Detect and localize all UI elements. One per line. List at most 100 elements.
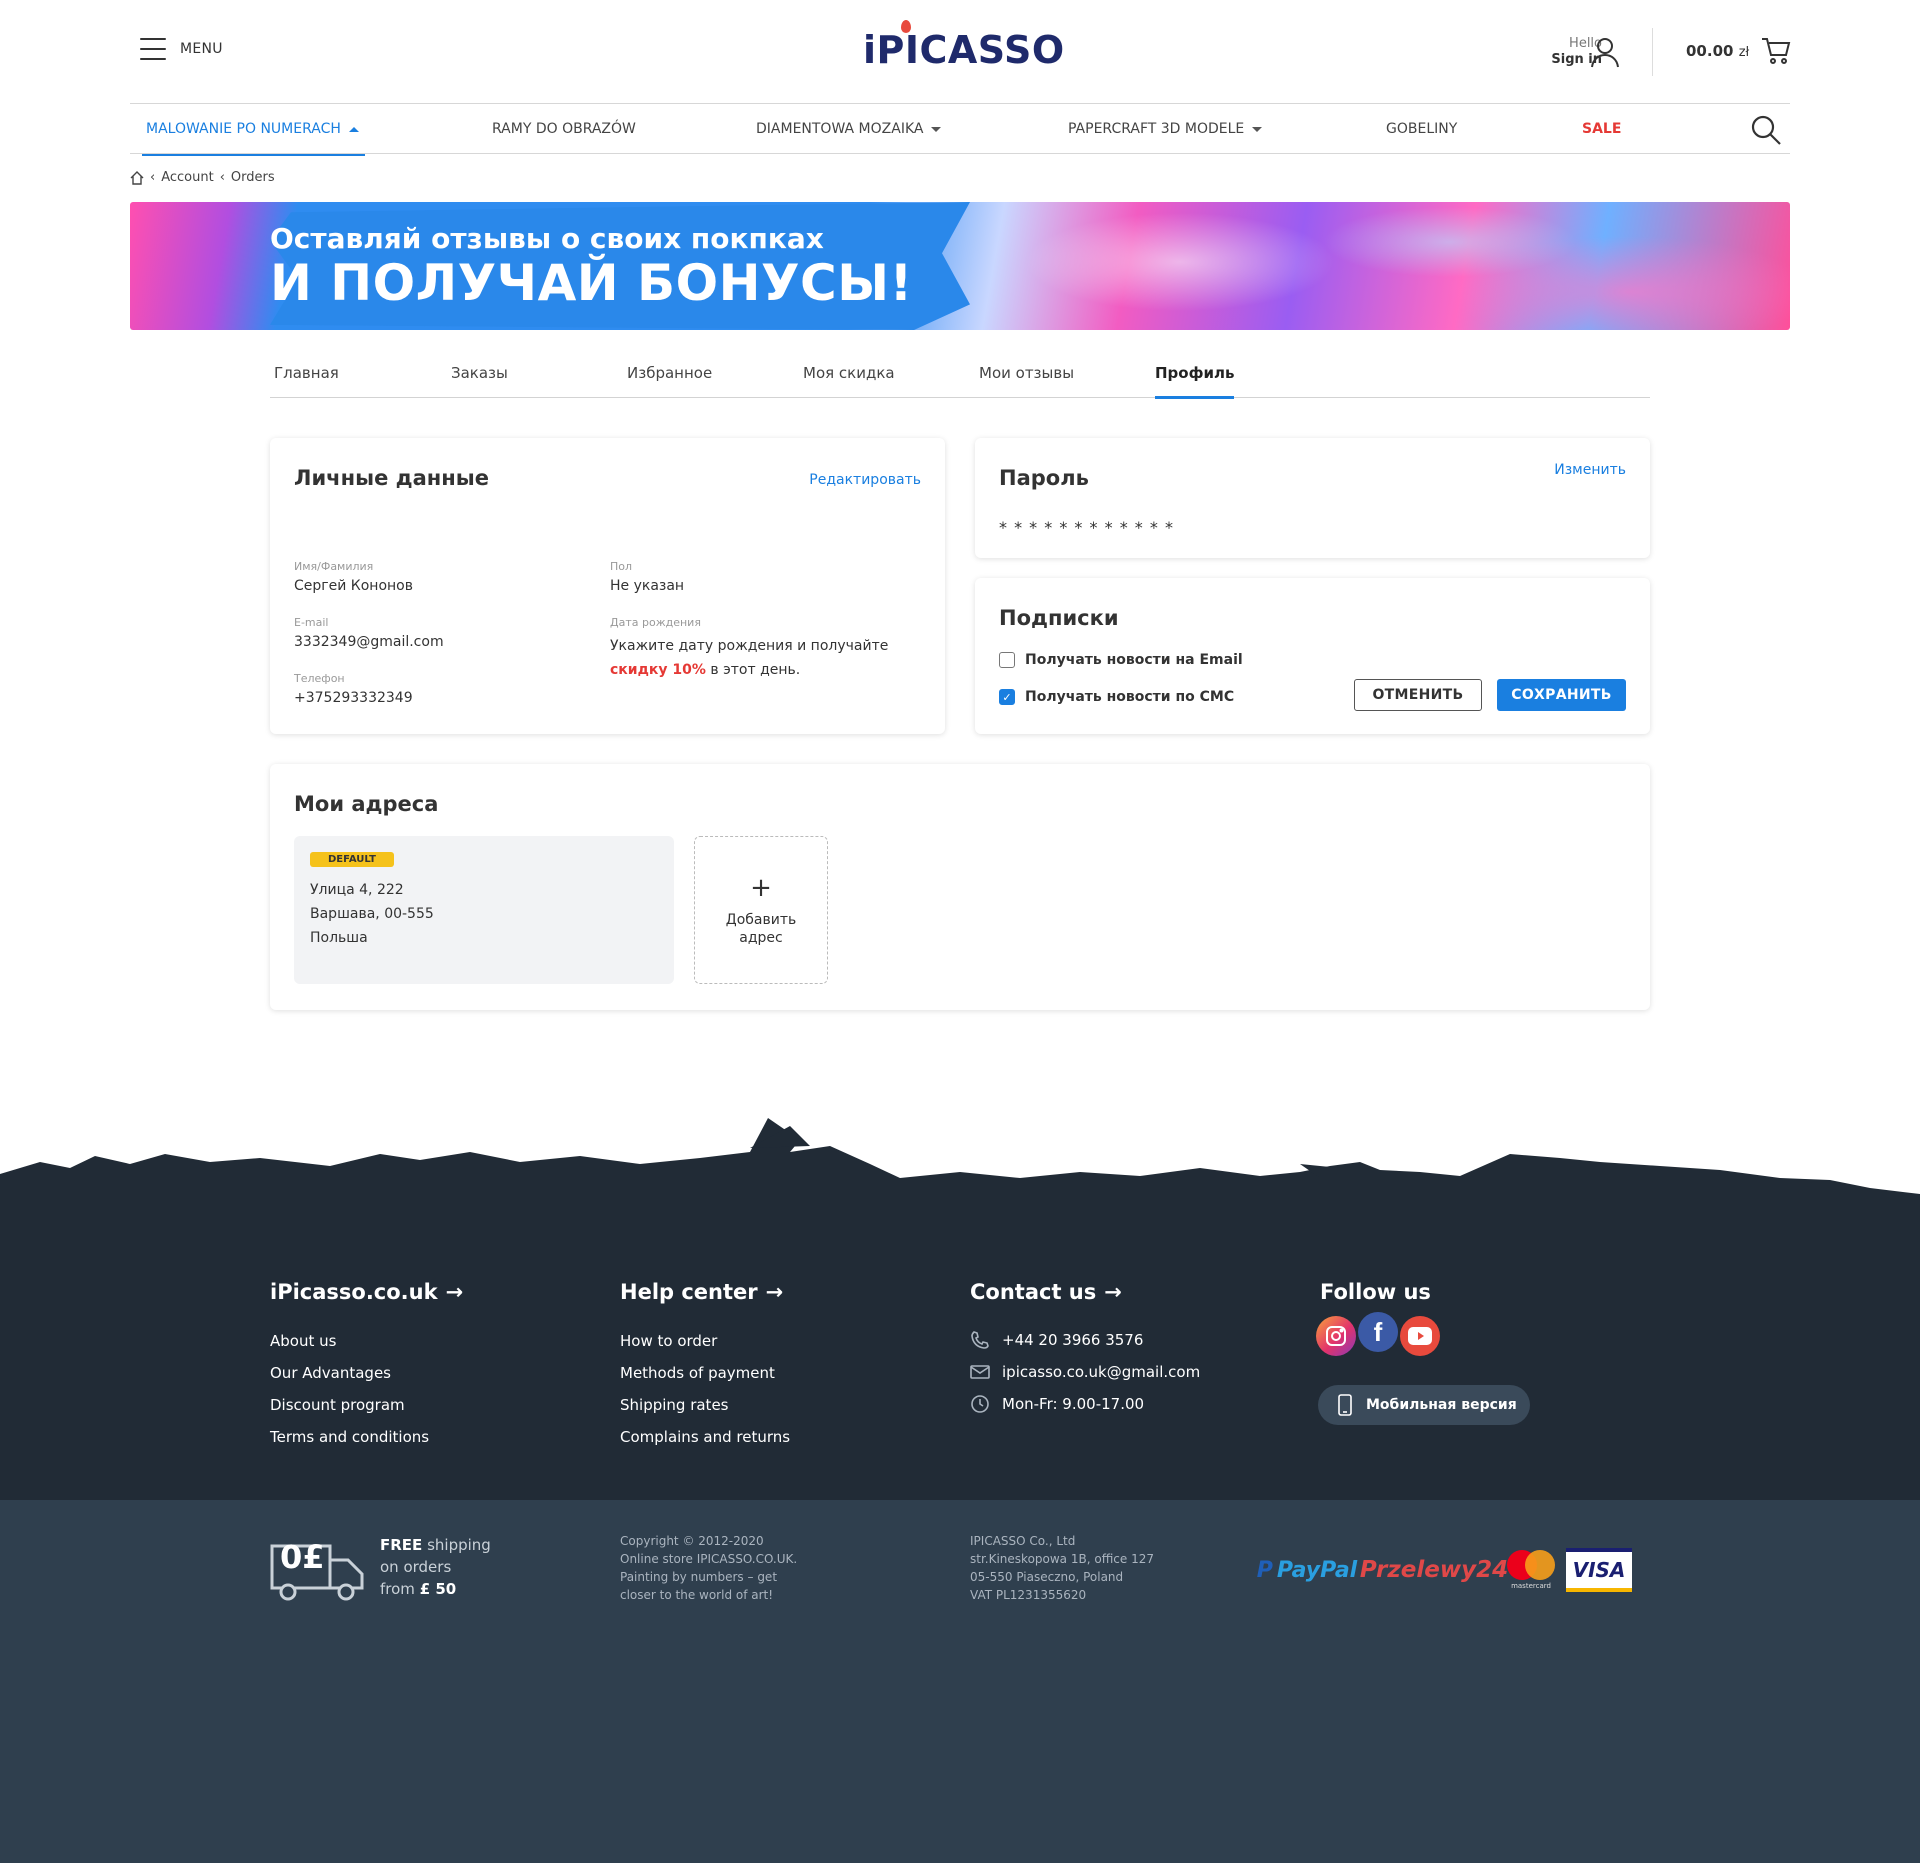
- footer-link-discount[interactable]: Discount program: [270, 1396, 405, 1414]
- logo[interactable]: iPICASSO: [863, 20, 1065, 76]
- address-street: Улица 4, 222: [310, 882, 404, 898]
- mobile-version-button[interactable]: Мобильная версия: [1318, 1385, 1530, 1425]
- footer-link-about[interactable]: About us: [270, 1332, 336, 1350]
- user-icon[interactable]: [1590, 36, 1620, 68]
- plus-icon: +: [750, 873, 772, 903]
- footer-main: [0, 1200, 1920, 1500]
- logo-drop-icon: [901, 20, 911, 33]
- company-info: IPICASSO Co., Ltd str.Kineskopowa 1B, of…: [970, 1534, 1154, 1602]
- footer-phone[interactable]: +44 20 3966 3576: [970, 1330, 1143, 1350]
- footer-brush-edge: [0, 1118, 1920, 1208]
- mail-icon: [970, 1365, 990, 1379]
- email-value: 3332349@gmail.com: [294, 634, 444, 650]
- footer-link-how-to-order[interactable]: How to order: [620, 1332, 717, 1350]
- mobile-version-label: Мобильная версия: [1366, 1397, 1517, 1413]
- tab-orders[interactable]: Заказы: [451, 364, 508, 398]
- nav-item-ramy[interactable]: RAMY DO OBRAZÓW: [492, 104, 636, 154]
- mastercard-logo: mastercard: [1506, 1548, 1556, 1592]
- footer-contact-link[interactable]: Contact us →: [970, 1280, 1122, 1304]
- birth-label: Дата рождения: [610, 616, 701, 629]
- cancel-button[interactable]: ОТМЕНИТЬ: [1354, 679, 1482, 711]
- facebook-icon[interactable]: f: [1358, 1312, 1398, 1352]
- personal-data-card: Личные данные Редактировать Имя/Фамилия …: [270, 438, 945, 734]
- nav-item-diamentowa[interactable]: DIAMENTOWA MOZAIKA: [756, 104, 942, 154]
- nav-label: PAPERCRAFT 3D MODELE: [1068, 121, 1245, 137]
- nav-item-papercraft[interactable]: PAPERCRAFT 3D MODELE: [1068, 104, 1263, 154]
- copyright-text: Copyright © 2012-2020 Online store IPICA…: [620, 1534, 798, 1602]
- footer-link-advantages[interactable]: Our Advantages: [270, 1364, 391, 1382]
- save-button[interactable]: СОХРАНИТЬ: [1497, 679, 1626, 711]
- youtube-icon[interactable]: [1400, 1316, 1440, 1356]
- home-icon[interactable]: [130, 170, 144, 185]
- email-label: E-mail: [294, 616, 329, 629]
- subscriptions-title: Подписки: [999, 606, 1119, 630]
- arrow-right-icon: →: [1104, 1280, 1122, 1304]
- caret-down-icon: [931, 126, 942, 132]
- sms-news-checkbox[interactable]: ✓ Получать новости по СМС: [999, 689, 1234, 705]
- nav-item-gobeliny[interactable]: GOBELINY: [1386, 104, 1457, 154]
- arrow-right-icon: →: [445, 1280, 464, 1304]
- search-icon[interactable]: [1750, 114, 1782, 146]
- footer-email[interactable]: ipicasso.co.uk@gmail.com: [970, 1362, 1200, 1382]
- add-address-button[interactable]: + Добавить адрес: [694, 836, 828, 984]
- hamburger-icon: [140, 38, 166, 60]
- default-badge: DEFAULT: [310, 852, 394, 867]
- name-label: Имя/Фамилия: [294, 560, 374, 573]
- gender-label: Пол: [610, 560, 633, 573]
- smartphone-icon: [1338, 1394, 1352, 1416]
- visa-logo: VISA: [1566, 1548, 1632, 1592]
- breadcrumb-account[interactable]: Account: [161, 170, 214, 185]
- password-title: Пароль: [999, 466, 1089, 490]
- address-country: Польша: [310, 930, 368, 946]
- free-shipping-amount: 0£: [280, 1538, 325, 1576]
- subscriptions-card: Подписки Получать новости на Email ✓ Пол…: [975, 578, 1650, 734]
- instagram-icon[interactable]: [1316, 1316, 1356, 1356]
- footer-link-terms[interactable]: Terms and conditions: [270, 1428, 429, 1446]
- addresses-card: Мои адреса DEFAULT Улица 4, 222 Варшава,…: [270, 764, 1650, 1010]
- gender-value: Не указан: [610, 578, 685, 594]
- caret-up-icon: [348, 126, 359, 132]
- footer-link-returns[interactable]: Complains and returns: [620, 1428, 790, 1446]
- footer-hours: Mon-Fr: 9.00-17.00: [970, 1394, 1144, 1414]
- menu-button[interactable]: MENU: [140, 38, 223, 60]
- email-news-checkbox[interactable]: Получать новости на Email: [999, 652, 1243, 668]
- nav-item-sale[interactable]: SALE: [1582, 104, 1621, 154]
- tab-favorites[interactable]: Избранное: [627, 364, 712, 398]
- banner-title-line1: Оставляй отзывы о своих покпках: [270, 222, 824, 255]
- add-address-label: Добавить адрес: [725, 912, 797, 946]
- phone-icon: [971, 1331, 989, 1349]
- address-city: Варшава, 00-555: [310, 906, 434, 922]
- tab-profile[interactable]: Профиль: [1155, 364, 1235, 399]
- tab-discount[interactable]: Моя скидка: [803, 364, 895, 398]
- nav-label: DIAMENTOWA MOZAIKA: [756, 121, 924, 137]
- name-value: Сергей Кононов: [294, 578, 413, 594]
- tab-home[interactable]: Главная: [274, 364, 339, 398]
- email-news-label: Получать новости на Email: [1025, 652, 1243, 668]
- birth-hint: Укажите дату рождения и получайте скидку …: [610, 638, 889, 678]
- footer-help-link[interactable]: Help center →: [620, 1280, 783, 1304]
- promo-banner[interactable]: Оставляй отзывы о своих покпках И ПОЛУЧА…: [130, 202, 1790, 330]
- banner-title-line2: И ПОЛУЧАЙ БОНУСЫ!: [270, 254, 913, 312]
- breadcrumb-orders[interactable]: Orders: [231, 170, 275, 185]
- footer-site-link[interactable]: iPicasso.co.uk →: [270, 1280, 463, 1304]
- checkbox-checked-icon[interactable]: ✓: [999, 689, 1015, 705]
- footer-link-payment[interactable]: Methods of payment: [620, 1364, 775, 1382]
- footer-link-shipping[interactable]: Shipping rates: [620, 1396, 729, 1414]
- change-password-link[interactable]: Изменить: [1554, 462, 1626, 478]
- chevron-left-icon: ‹: [219, 170, 225, 185]
- address-item[interactable]: DEFAULT Улица 4, 222 Варшава, 00-555 Пол…: [294, 836, 674, 984]
- nav-label: SALE: [1582, 121, 1622, 137]
- cart-icon: [1762, 38, 1791, 64]
- free-shipping-text: FREE shipping on orders from £ 50: [380, 1536, 491, 1598]
- edit-personal-link[interactable]: Редактировать: [809, 472, 921, 488]
- cart-total: 00.00 zł: [1686, 42, 1750, 60]
- tab-reviews[interactable]: Мои отзывы: [979, 364, 1074, 398]
- cart-button[interactable]: 00.00 zł: [1686, 36, 1791, 66]
- checkbox-unchecked[interactable]: [999, 652, 1015, 668]
- nav-item-malowanie[interactable]: MALOWANIE PO NUMERACH: [142, 104, 365, 156]
- phone-label: Телефон: [294, 672, 345, 685]
- nav-label: GOBELINY: [1386, 121, 1458, 137]
- nav-divider-line: [130, 153, 1790, 154]
- password-card: Пароль Изменить * * * * * * * * * * * *: [975, 438, 1650, 558]
- password-mask: * * * * * * * * * * * *: [999, 518, 1174, 537]
